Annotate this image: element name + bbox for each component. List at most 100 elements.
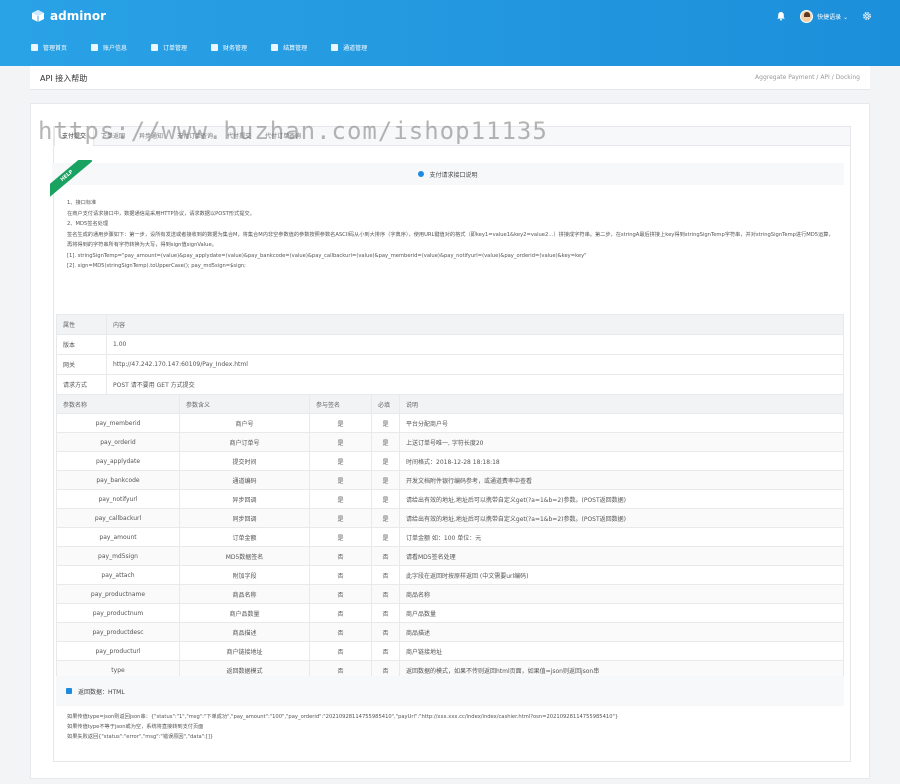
table-cell: MD5数据签名	[179, 546, 310, 566]
table-row: pay_callbackurl 同步回调是是请给出有效的地址,地址后可以携带自定义…	[56, 508, 844, 528]
table-cell: 商品名称	[399, 584, 844, 604]
channel-icon	[331, 43, 339, 51]
table-cell: 网关	[56, 354, 107, 375]
desc-line: [2]. sign=MD5(stringSignTemp).toUpperCas…	[67, 263, 246, 269]
table-cell: 商品名称	[179, 584, 310, 604]
table-cell: 否	[371, 584, 400, 604]
order-icon	[151, 43, 159, 51]
avatar[interactable]	[800, 9, 814, 23]
return-section-title: 返回数据：HTML	[78, 688, 125, 696]
logo[interactable]: adminor	[31, 8, 106, 24]
section-header: 支付请求接口说明	[52, 163, 844, 185]
nav-item-orders[interactable]: 订单管理	[151, 43, 187, 52]
table-cell: 平台分配商户号	[399, 413, 844, 433]
table-cell: 上送订单号唯一, 字符长度20	[399, 432, 844, 452]
table-cell: 此字段在返回时按原样返回 (中文需要url编码)	[399, 565, 844, 585]
table-row: pay_producturl 商户链接地址否否商户链接地址	[56, 641, 844, 661]
param-table-body: pay_memberid 商户号是是平台分配商户号 pay_orderid 商户订单号…	[56, 413, 844, 680]
username-dropdown[interactable]: 快捷语录 ⌄	[817, 12, 848, 21]
table-cell: 版本	[56, 334, 107, 355]
table-cell: 商户品数量	[179, 603, 310, 623]
nav-item-finance[interactable]: 财务管理	[211, 43, 247, 52]
table-cell: pay_memberid	[56, 413, 180, 433]
table-cell: pay_attach	[56, 565, 180, 585]
code-line: 如果传值type=json则返回json串：{"status":"1","msg…	[67, 714, 619, 720]
table-cell: 否	[309, 641, 372, 661]
table-cell: 是	[371, 527, 400, 547]
table-cell: 是	[309, 527, 372, 547]
info-table: 属性 内容 版本 1.00 网关 http://47.242.170.147:6…	[56, 314, 844, 395]
table-cell: 是	[371, 470, 400, 490]
breadcrumb-bar: API 接入帮助 Aggregate Payment / API / Docki…	[30, 66, 870, 90]
nav-label: 通道管理	[343, 44, 368, 52]
page-title: API 接入帮助	[40, 74, 88, 83]
table-cell: 商户链接地址	[179, 641, 310, 661]
table-cell: 请看MD5签名处理	[399, 546, 844, 566]
table-cell: pay_productnum	[56, 603, 180, 623]
table-cell: pay_notifyurl	[56, 489, 180, 509]
bell-icon[interactable]	[776, 11, 786, 21]
column-header: 内容	[106, 314, 844, 335]
table-cell: 商户品数量	[399, 603, 844, 623]
table-cell: 请给出有效的地址,地址后可以携带自定义get(?a=1&b=2)参数。(POST…	[399, 508, 844, 528]
table-row: 版本 1.00	[56, 334, 844, 355]
cube-logo-icon	[32, 10, 44, 22]
table-cell: http://47.242.170.147:60109/Pay_Index.ht…	[106, 354, 844, 375]
column-header: 参与签名	[309, 394, 372, 414]
table-cell: 是	[309, 432, 372, 452]
return-code-block: 如果传值type=json则返回json串：{"status":"1","msg…	[67, 712, 618, 742]
breadcrumb[interactable]: Aggregate Payment / API / Docking	[755, 74, 860, 81]
table-cell: pay_orderid	[56, 432, 180, 452]
table-row: 网关 http://47.242.170.147:60109/Pay_Index…	[56, 354, 844, 375]
nav-item-home[interactable]: 管理首页	[31, 43, 67, 52]
table-cell: 商户订单号	[179, 432, 310, 452]
main-nav: 管理首页 账户信息 订单管理 财务管理 结算管理 通道管理	[31, 40, 391, 54]
table-cell: 是	[309, 489, 372, 509]
nav-item-channels[interactable]: 通道管理	[331, 43, 367, 52]
table-cell: 同步回调	[179, 508, 310, 528]
watermark-text: https://www.huzhan.com/ishop11135	[38, 117, 548, 145]
table-cell: 是	[371, 451, 400, 471]
column-header: 说明	[399, 394, 844, 414]
table-cell: pay_productdesc	[56, 622, 180, 642]
logo-text: adminor	[50, 9, 107, 23]
nav-label: 财务管理	[223, 44, 248, 52]
table-cell: 是	[371, 508, 400, 528]
code-line: 如果失败返回{"status":"error","msg":"错误原因","da…	[67, 734, 214, 740]
column-header: 必填	[371, 394, 400, 414]
user-area: 快捷语录 ⌄	[776, 8, 872, 24]
table-cell: 否	[371, 641, 400, 661]
table-cell: 否	[309, 584, 372, 604]
table-cell: pay_producturl	[56, 641, 180, 661]
table-cell: 否	[309, 565, 372, 585]
table-row: pay_productname 商品名称否否商品名称	[56, 584, 844, 604]
table-cell: 否	[309, 603, 372, 623]
nav-item-settlement[interactable]: 结算管理	[271, 43, 307, 52]
param-table: 参数名称 参数含义 参与签名 必填 说明 pay_memberid 商户号是是平台…	[56, 394, 844, 680]
table-header-row: 参数名称 参数含义 参与签名 必填 说明	[56, 394, 844, 414]
table-cell: 是	[371, 413, 400, 433]
table-cell: 请给出有效的地址,地址后可以携带自定义get(?a=1&b=2)参数。(POST…	[399, 489, 844, 509]
table-cell: 是	[371, 432, 400, 452]
table-cell: pay_bankcode	[56, 470, 180, 490]
table-cell: 商户链接地址	[399, 641, 844, 661]
table-row: pay_orderid 商户订单号是是上送订单号唯一, 字符长度20	[56, 432, 844, 452]
desc-line: 在商户支付请求接口中，数据通信是采用HTTP协议，请求数据以POST形式提交。	[67, 210, 255, 217]
table-cell: pay_md5sign	[56, 546, 180, 566]
top-header: adminor 快捷语录 ⌄ 管理首页 账户信息 订单管理 财务管理 结算管理 …	[0, 0, 900, 66]
column-header: 参数含义	[179, 394, 310, 414]
table-cell: 时间格式：2018-12-28 18:18:18	[399, 451, 844, 471]
gear-icon[interactable]	[862, 11, 872, 21]
table-cell: 否	[371, 603, 400, 623]
table-cell: pay_callbackurl	[56, 508, 180, 528]
nav-label: 管理首页	[43, 44, 68, 52]
table-cell: 异步回调	[179, 489, 310, 509]
table-cell: 否	[371, 546, 400, 566]
table-cell: 是	[371, 489, 400, 509]
table-row: pay_bankcode 通道编码是是开发文档附件银行编码参考，或通道费率中查看	[56, 470, 844, 490]
return-section-header: 返回数据：HTML	[56, 676, 844, 706]
nav-item-account[interactable]: 账户信息	[91, 43, 127, 52]
user-icon	[91, 43, 99, 51]
table-row: pay_notifyurl 异步回调是是请给出有效的地址,地址后可以携带自定义ge…	[56, 489, 844, 509]
table-cell: 1.00	[106, 334, 844, 355]
